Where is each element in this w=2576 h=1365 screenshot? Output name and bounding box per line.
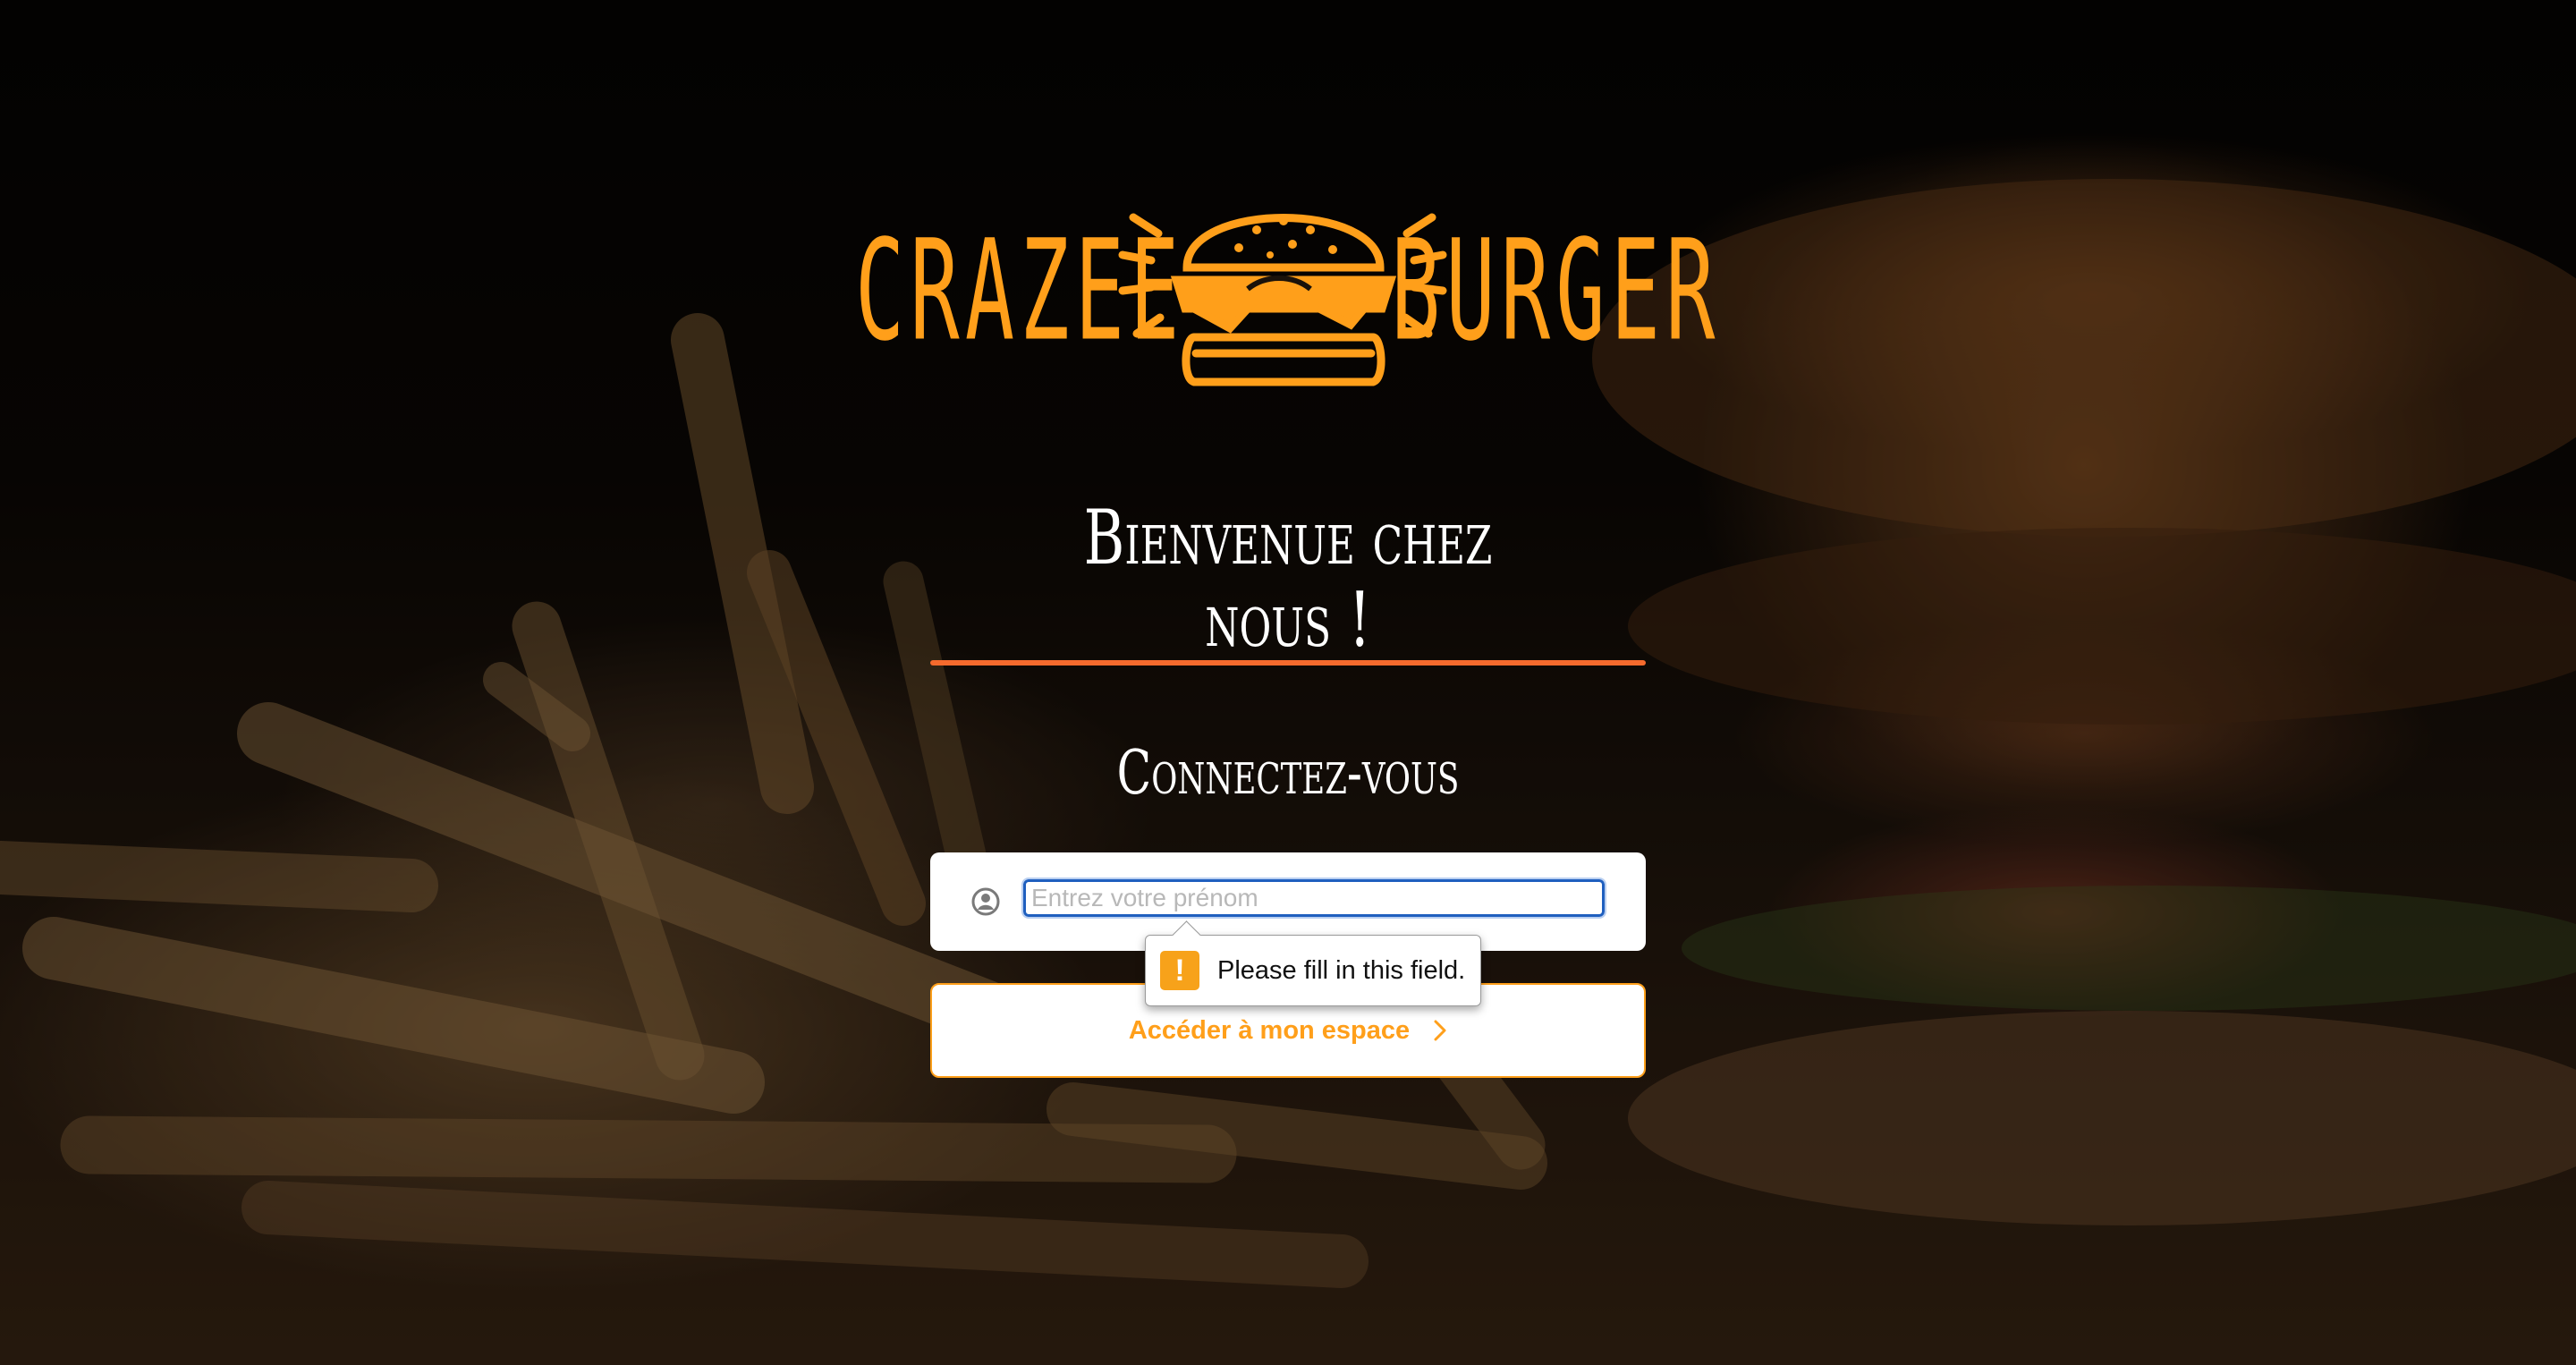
validation-message: Please fill in this field.	[1217, 955, 1466, 985]
chevron-right-icon	[1434, 1020, 1446, 1041]
brand-logo: CRAZEE BURGER	[742, 174, 1834, 407]
login-heading: Connectez-vous	[1116, 738, 1460, 809]
user-circle-icon	[971, 887, 1000, 916]
access-space-button-label: Accéder à mon espace	[1128, 1015, 1411, 1045]
brand-name-left: CRAZEE	[855, 209, 1185, 372]
welcome-heading: Bienvenue chez nous !	[1083, 494, 1493, 665]
warning-icon: !	[1160, 951, 1199, 990]
brand-name-right: BURGER	[1391, 209, 1721, 372]
validation-tooltip: ! Please fill in this field.	[1145, 935, 1481, 1006]
firstname-input[interactable]	[1021, 878, 1606, 919]
heading-divider	[930, 660, 1646, 666]
